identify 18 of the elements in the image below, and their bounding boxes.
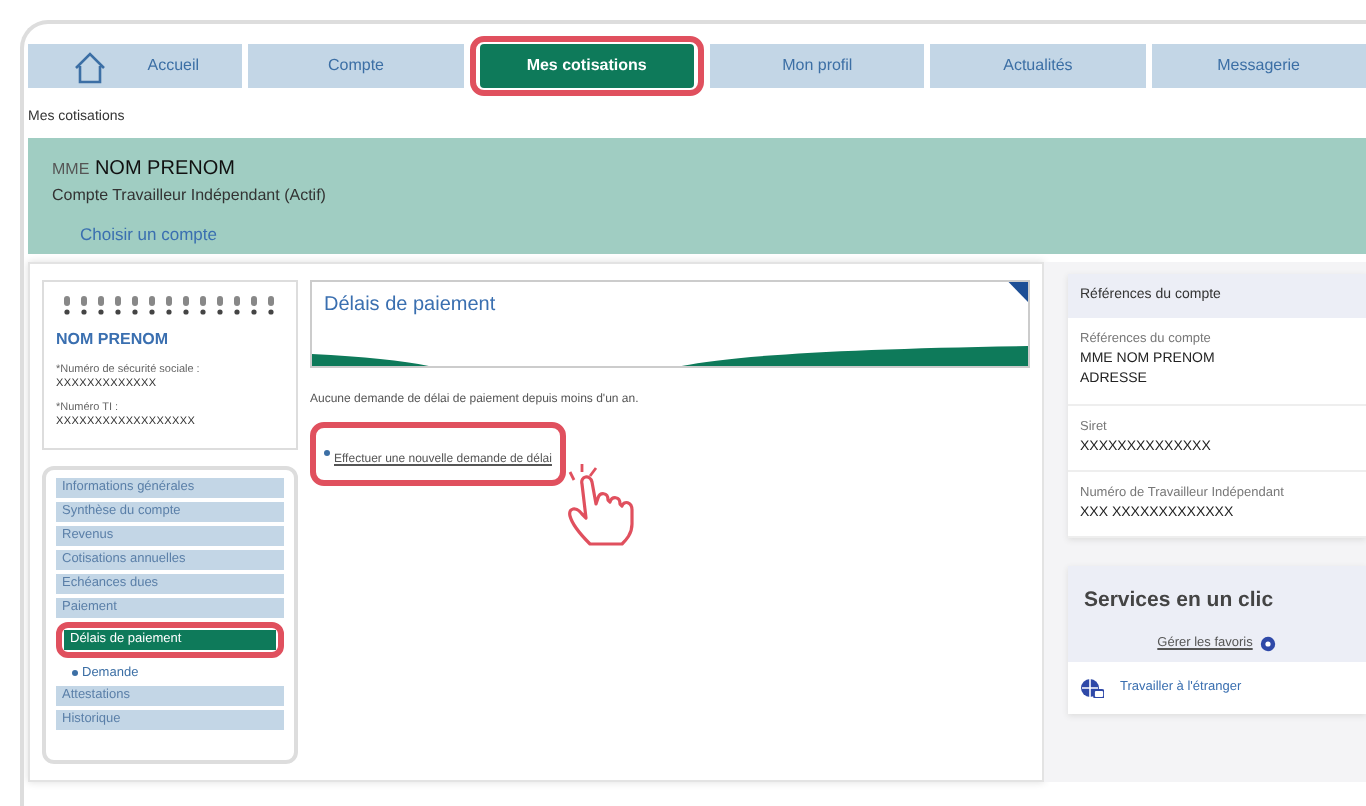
- nav-tab[interactable]: Mon profil: [709, 44, 925, 88]
- settings-icon: [1260, 635, 1277, 652]
- nav-tab[interactable]: Messagerie: [1151, 44, 1366, 88]
- choose-account-link[interactable]: Choisir un compte: [80, 223, 218, 243]
- account-type: Compte Travailleur Indépendant (Actif): [52, 183, 328, 207]
- panel-title: Délais de paiement: [324, 291, 498, 319]
- globe-icon: [1080, 677, 1104, 698]
- card-holder-name: NOM PRENOM: [56, 330, 170, 352]
- nav-tab[interactable]: Actualités: [930, 44, 1146, 88]
- nav-tab[interactable]: Compte: [248, 44, 464, 88]
- civility-label: MME: [52, 159, 90, 177]
- home-icon: [71, 49, 108, 83]
- card-title: Services en un clic: [1084, 586, 1276, 617]
- nav-tab[interactable]: Mes cotisations: [479, 44, 694, 88]
- hand-pointer-icon: [566, 463, 638, 547]
- nav-tab[interactable]: Accueil: [28, 44, 243, 88]
- bullet-icon: [324, 449, 330, 456]
- account-holder-name: NOM PRENOM: [94, 157, 235, 179]
